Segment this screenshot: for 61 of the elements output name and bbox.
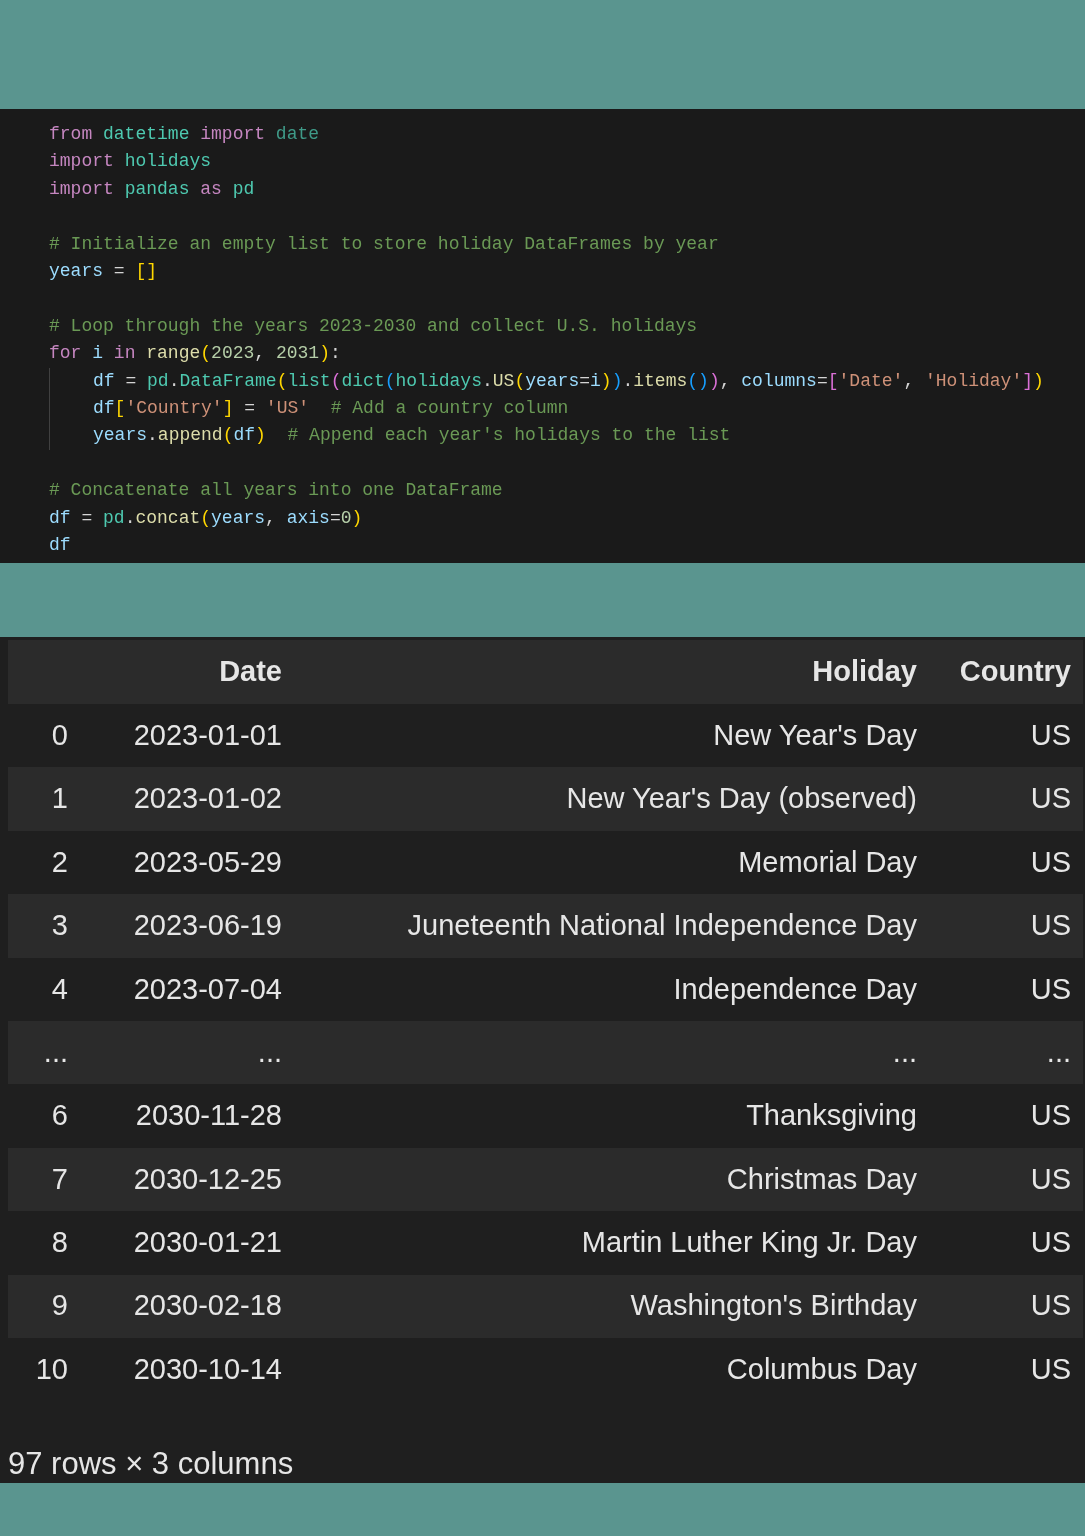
- code-line: # Loop through the years 2023-2030 and collect U.S. holidays: [49, 315, 698, 336]
- code-line: from datetime import date: [49, 124, 320, 144]
- row-index: 1: [8, 767, 72, 831]
- column-header: Date: [72, 640, 282, 704]
- table-cell: Thanksgiving: [282, 1084, 917, 1148]
- table-cell: 2030-11-28: [72, 1084, 282, 1148]
- table-cell: 2023-07-04: [72, 957, 282, 1021]
- column-header: Country: [917, 640, 1083, 704]
- table-cell: 2023-01-02: [72, 767, 282, 831]
- row-index: 3: [8, 894, 72, 958]
- code-line: # Concatenate all years into one DataFrame: [49, 480, 503, 501]
- row-index: ...: [8, 1020, 72, 1085]
- row-index: 7: [8, 1147, 72, 1212]
- table-cell: US: [917, 957, 1083, 1021]
- row-index: 6: [8, 1084, 72, 1148]
- table-cell: ...: [917, 1020, 1083, 1085]
- row-index: 9: [8, 1274, 72, 1338]
- table-cell: Washington's Birthday: [282, 1274, 917, 1338]
- table-cell: Juneteenth National Independence Day: [282, 894, 917, 958]
- code-line: df: [49, 535, 71, 556]
- table-cell: 2023-05-29: [72, 830, 282, 895]
- code-line: years.append(df) # Append each year's holidays to the list: [93, 424, 731, 448]
- table-cell: US: [917, 1211, 1083, 1275]
- row-index: 0: [8, 704, 72, 768]
- table-cell: US: [917, 894, 1083, 958]
- table-cell: US: [917, 767, 1083, 831]
- table-cell: Independence Day: [282, 957, 917, 1021]
- table-cell: 2023-06-19: [72, 894, 282, 958]
- table-cell: New Year's Day (observed): [282, 767, 917, 831]
- table-cell: 2030-02-18: [72, 1274, 282, 1338]
- code-line: years = []: [49, 261, 158, 281]
- code-line: df = pd.concat(years, axis=0): [49, 507, 363, 528]
- row-index: 10: [8, 1337, 72, 1402]
- column-header: Holiday: [282, 640, 917, 704]
- code-line: import holidays: [49, 151, 212, 172]
- table-cell: US: [917, 1084, 1083, 1148]
- table-cell: Memorial Day: [282, 830, 917, 895]
- table-cell: Martin Luther King Jr. Day: [282, 1211, 917, 1275]
- table-cell: 2030-12-25: [72, 1147, 282, 1212]
- table-cell: Christmas Day: [282, 1147, 917, 1212]
- code-line: df = pd.DataFrame(list(dict(holidays.US(years=i)).items()), columns=['Date', 'Holiday']): [93, 369, 1044, 393]
- table-cell: 2023-01-01: [72, 704, 282, 768]
- code-line: import pandas as pd: [49, 178, 255, 199]
- table-cell: US: [917, 1147, 1083, 1212]
- table-cell: US: [917, 1274, 1083, 1338]
- row-index: 2: [8, 830, 72, 895]
- table-cell: US: [917, 704, 1083, 768]
- table-cell: US: [917, 1337, 1083, 1402]
- table-cell: ...: [282, 1020, 917, 1085]
- code-line: for i in range(2023, 2031):: [49, 343, 341, 364]
- table-cell: 2030-01-21: [72, 1211, 282, 1275]
- row-index: 8: [8, 1211, 72, 1275]
- table-cell: ...: [72, 1020, 282, 1085]
- code-line: # Initialize an empty list to store holiday DataFrames by year: [49, 233, 719, 254]
- table-cell: New Year's Day: [282, 704, 917, 768]
- code-line: df['Country'] = 'US' # Add a country column: [93, 397, 569, 421]
- row-count-text: 97 rows × 3 columns: [8, 1445, 294, 1484]
- row-index: 4: [8, 957, 72, 1021]
- table-cell: US: [917, 830, 1083, 895]
- table-cell: 2030-10-14: [72, 1337, 282, 1402]
- table-cell: Columbus Day: [282, 1337, 917, 1402]
